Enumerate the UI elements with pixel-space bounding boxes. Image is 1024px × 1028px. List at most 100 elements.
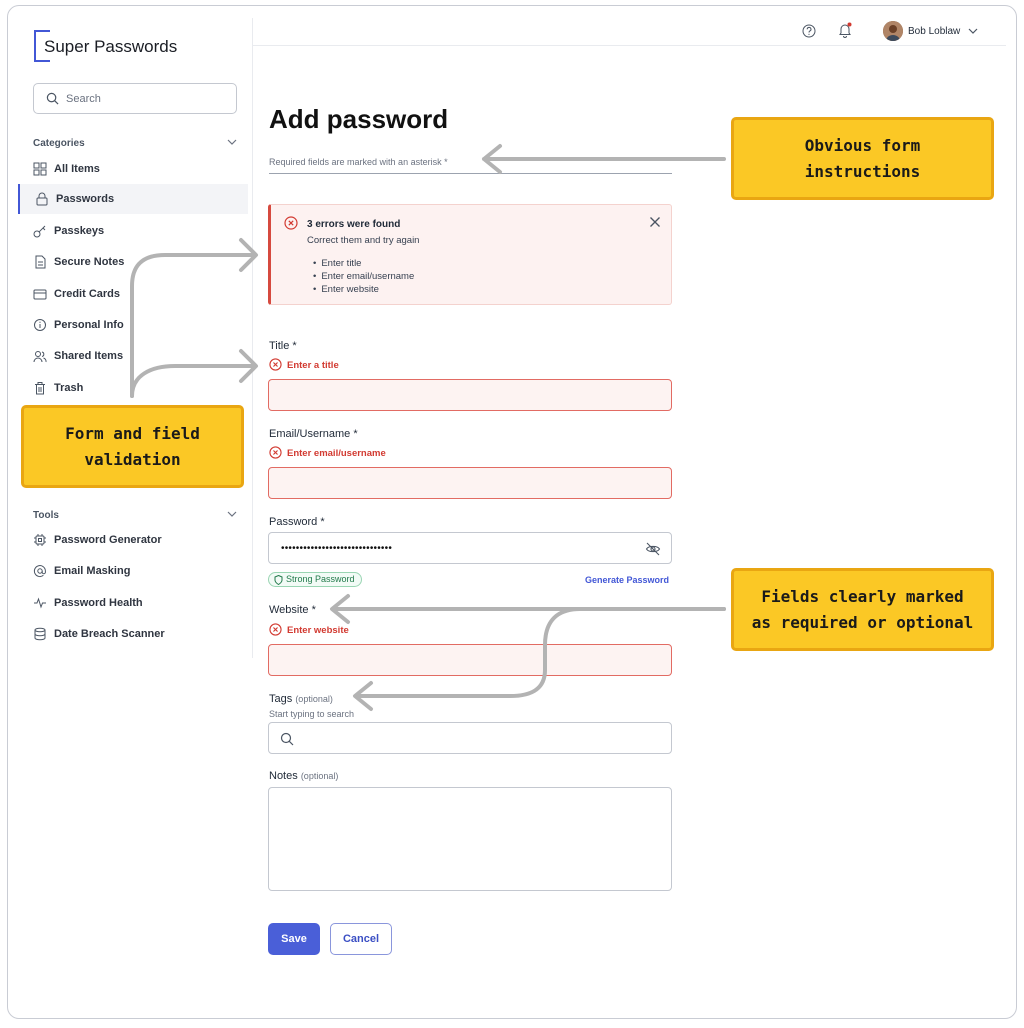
optional-marker: (optional)	[295, 694, 333, 704]
tags-input[interactable]	[268, 722, 672, 754]
search-placeholder: Search	[66, 93, 101, 105]
user-photo-icon	[883, 21, 903, 41]
error-summary-alert: 3 errors were found Correct them and try…	[268, 204, 672, 305]
sidebar-item-secure-notes[interactable]: Secure Notes	[18, 247, 248, 277]
sidebar-item-passwords[interactable]: Passwords	[18, 184, 248, 214]
sidebar-item-password-generator[interactable]: Password Generator	[18, 525, 248, 555]
grid-icon	[33, 162, 47, 176]
sidebar: Super Passwords Search Categories All It…	[18, 18, 253, 658]
alert-subtitle: Correct them and try again	[307, 235, 420, 246]
sidebar-item-label: All Items	[54, 163, 100, 175]
website-error: Enter website	[269, 623, 349, 637]
save-button[interactable]: Save	[268, 923, 320, 955]
sidebar-item-label: Email Masking	[54, 565, 131, 577]
at-icon	[33, 565, 46, 578]
categories-header[interactable]: Categories	[33, 138, 238, 149]
error-text: Enter email/username	[287, 448, 386, 460]
sidebar-item-all-items[interactable]: All Items	[18, 154, 248, 184]
alert-title: 3 errors were found	[307, 219, 401, 230]
sidebar-item-label: Password Health	[54, 597, 143, 609]
sidebar-item-label: Credit Cards	[54, 288, 121, 300]
search-input[interactable]: Search	[33, 83, 237, 114]
error-icon	[269, 623, 282, 636]
callout-text: instructions	[804, 161, 921, 181]
cancel-button[interactable]: Cancel	[330, 923, 392, 955]
form-instructions: Required fields are marked with an aster…	[269, 157, 448, 167]
divider	[269, 173, 672, 174]
help-icon[interactable]	[802, 24, 816, 38]
callout-text: Form and field	[65, 423, 200, 443]
title-input[interactable]	[268, 379, 672, 411]
sidebar-item-email-masking[interactable]: Email Masking	[18, 556, 248, 586]
error-icon	[269, 358, 282, 371]
note-icon	[35, 255, 46, 269]
error-list-item[interactable]: Enter website	[313, 284, 414, 297]
bell-icon[interactable]	[838, 22, 852, 38]
sidebar-item-label: Password Generator	[54, 534, 162, 546]
sidebar-item-credit-cards[interactable]: Credit Cards	[18, 279, 248, 309]
title-label: Title *	[269, 340, 297, 352]
chevron-down-icon	[227, 511, 237, 517]
sidebar-item-date-breach-scanner[interactable]: Date Breach Scanner	[18, 619, 248, 649]
email-input[interactable]	[268, 467, 672, 499]
chevron-down-icon[interactable]	[967, 25, 979, 37]
callout-validation: Form and field validation	[21, 405, 244, 488]
error-text: Enter website	[287, 625, 349, 637]
users-icon	[33, 351, 47, 363]
user-name[interactable]: Bob Loblaw	[908, 26, 960, 37]
tags-label: Tags (optional)	[269, 693, 333, 705]
password-value: ••••••••••••••••••••••••••••••	[281, 543, 393, 554]
email-error: Enter email/username	[269, 446, 386, 460]
tags-hint: Start typing to search	[269, 709, 355, 719]
password-label: Password *	[269, 516, 325, 528]
info-icon	[34, 319, 46, 331]
callout-instructions: Obvious form instructions	[731, 117, 994, 200]
password-input[interactable]: ••••••••••••••••••••••••••••••	[268, 532, 672, 564]
categories-label: Categories	[33, 138, 85, 149]
error-icon	[269, 446, 282, 459]
app-logo[interactable]: Super Passwords	[34, 30, 184, 62]
website-label: Website *	[269, 604, 316, 616]
strength-text: Strong Password	[286, 574, 355, 584]
error-list-item[interactable]: Enter email/username	[313, 271, 414, 284]
notes-label-text: Notes	[269, 770, 298, 782]
sidebar-item-label: Date Breach Scanner	[54, 628, 165, 640]
sidebar-item-personal-info[interactable]: Personal Info	[18, 310, 248, 340]
sidebar-item-label: Passwords	[56, 193, 115, 205]
website-input[interactable]	[268, 644, 672, 676]
tools-label: Tools	[33, 510, 59, 521]
search-icon	[46, 92, 59, 105]
top-bar: Bob Loblaw	[253, 18, 1006, 46]
sidebar-item-label: Shared Items	[54, 350, 124, 362]
pulse-icon	[34, 597, 46, 609]
error-text: Enter a title	[287, 360, 339, 372]
callout-required: Fields clearly marked as required or opti…	[731, 568, 994, 651]
trash-icon	[35, 382, 45, 395]
key-icon	[33, 225, 46, 238]
eye-off-icon[interactable]	[645, 541, 661, 557]
app-name: Super Passwords	[44, 37, 178, 56]
generate-password-link[interactable]: Generate Password	[585, 575, 669, 585]
email-label: Email/Username *	[269, 428, 358, 440]
optional-marker: (optional)	[300, 771, 339, 781]
error-icon	[284, 216, 298, 230]
lock-icon	[36, 192, 48, 206]
callout-text: Obvious form	[804, 135, 921, 155]
sidebar-item-passkeys[interactable]: Passkeys	[18, 216, 248, 246]
sidebar-item-label: Personal Info	[54, 319, 124, 331]
sidebar-item-shared-items[interactable]: Shared Items	[18, 341, 248, 371]
shield-icon	[274, 575, 283, 585]
close-icon[interactable]	[649, 216, 661, 228]
error-list-item[interactable]: Enter title	[313, 258, 414, 271]
sidebar-item-trash[interactable]: Trash	[18, 373, 248, 403]
avatar[interactable]	[883, 21, 903, 41]
chip-icon	[34, 534, 46, 546]
database-icon	[34, 627, 46, 641]
notes-textarea[interactable]	[268, 787, 672, 891]
sidebar-item-label: Passkeys	[54, 225, 105, 237]
sidebar-item-password-health[interactable]: Password Health	[18, 588, 248, 618]
tools-header[interactable]: Tools	[33, 510, 238, 521]
page-title: Add password	[269, 104, 449, 134]
notes-label: Notes (optional)	[269, 770, 338, 782]
password-strength-badge: Strong Password	[268, 572, 362, 587]
